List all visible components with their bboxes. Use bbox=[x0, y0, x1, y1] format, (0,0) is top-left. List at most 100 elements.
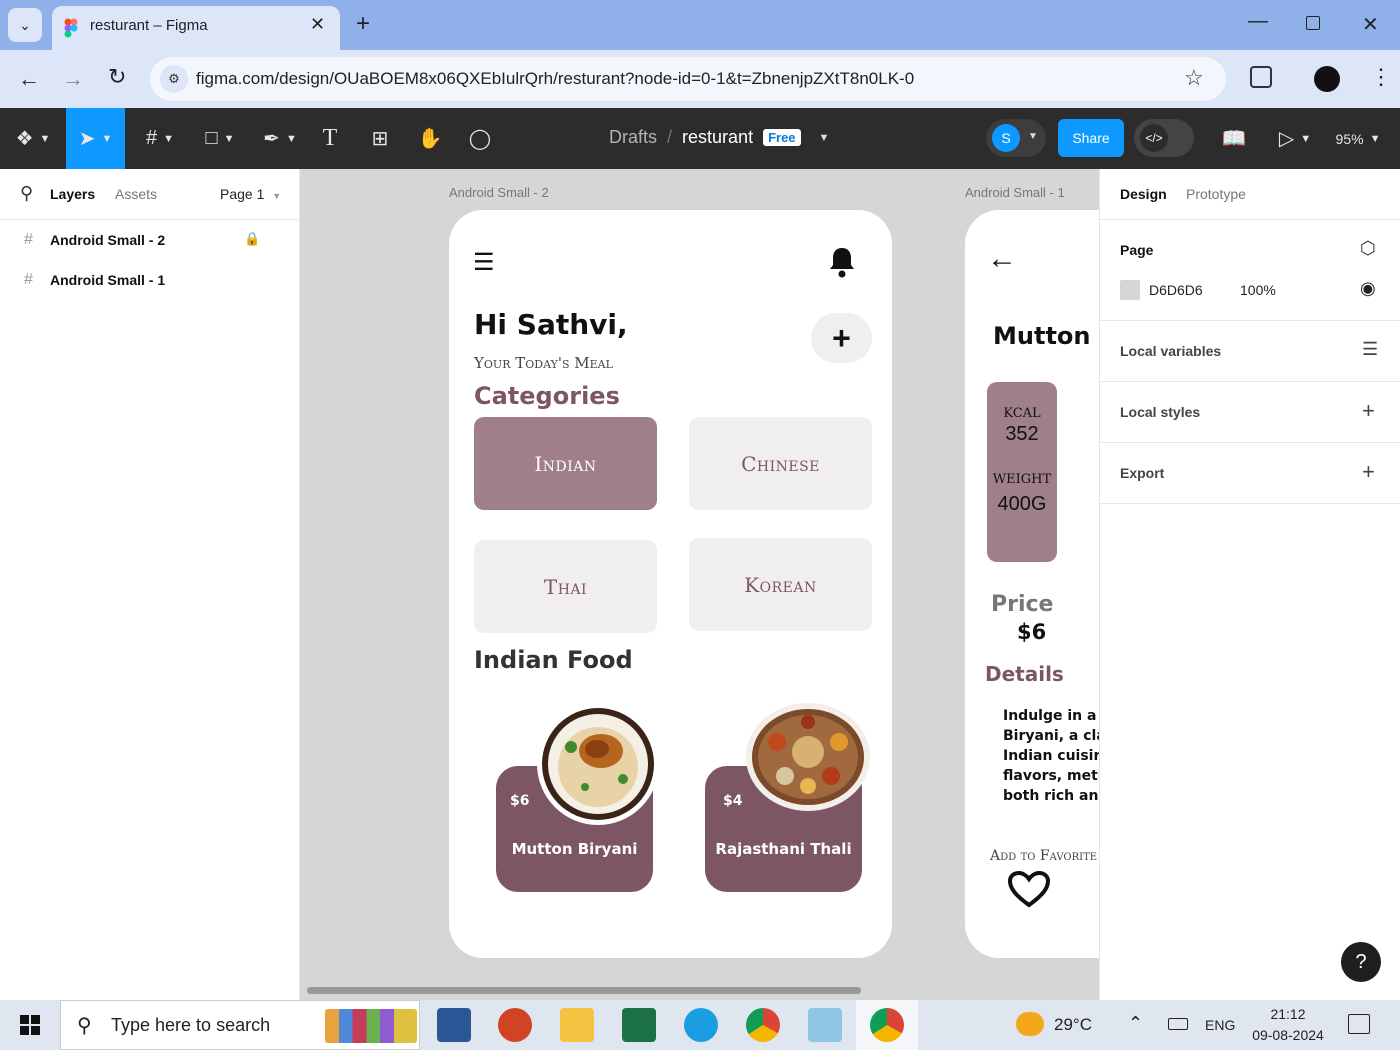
page-section: Page ⬡ D6D6D6 100% ◉ bbox=[1100, 220, 1400, 321]
site-settings-icon[interactable]: ⚙ bbox=[160, 65, 188, 93]
lock-icon[interactable]: 🔒 bbox=[244, 231, 260, 247]
tab-design[interactable]: Design bbox=[1120, 186, 1167, 202]
chevron-down-icon[interactable]: ▼ bbox=[819, 132, 830, 144]
close-tab-icon[interactable]: ✕ bbox=[310, 14, 325, 35]
search-icon[interactable]: ⚲ bbox=[20, 183, 33, 204]
bell-icon[interactable] bbox=[827, 246, 857, 283]
horizontal-scrollbar[interactable] bbox=[307, 987, 861, 994]
frame-hash-icon: # bbox=[24, 271, 33, 288]
weather-icon[interactable] bbox=[1016, 1012, 1044, 1036]
frame-tool-button[interactable]: # ▼ bbox=[135, 108, 185, 169]
new-tab-icon[interactable]: + bbox=[356, 10, 370, 38]
frame-hash-icon: # bbox=[24, 231, 33, 248]
category-indian[interactable]: Indian bbox=[474, 417, 657, 510]
pen-icon: ✒ bbox=[263, 128, 280, 150]
language-indicator[interactable]: ENG bbox=[1205, 1017, 1235, 1033]
pen-tool-button[interactable]: ✒ ▼ bbox=[255, 108, 305, 169]
windows-start-icon[interactable] bbox=[20, 1015, 40, 1040]
clock[interactable]: 21:12 09-08-2024 bbox=[1250, 1004, 1326, 1046]
food-price: $6 bbox=[510, 793, 530, 809]
help-button[interactable]: ? bbox=[1341, 942, 1381, 982]
browser-tab-bar: ⌄ resturant – Figma ✕ + — ✕ bbox=[0, 0, 1400, 50]
back-arrow-icon[interactable]: ← bbox=[18, 66, 40, 92]
canvas[interactable]: Android Small - 2 ☰ Hi Sathvi, Your Toda… bbox=[301, 169, 1099, 1000]
local-variables-title: Local variables bbox=[1120, 343, 1222, 359]
add-button[interactable]: + bbox=[811, 313, 872, 363]
file-name[interactable]: resturant bbox=[682, 127, 753, 148]
shape-tool-button[interactable]: □ ▼ bbox=[195, 108, 245, 169]
tab-prototype[interactable]: Prototype bbox=[1186, 186, 1246, 202]
bg-color-hex[interactable]: D6D6D6 bbox=[1149, 282, 1203, 298]
taskbar-search-box[interactable]: ⚲ Type here to search bbox=[60, 1000, 420, 1050]
export-section[interactable]: Export + bbox=[1100, 443, 1400, 504]
component-hex-icon[interactable]: ⬡ bbox=[1360, 238, 1376, 259]
eye-icon[interactable]: ◉ bbox=[1360, 278, 1376, 299]
heart-icon[interactable] bbox=[1007, 870, 1051, 913]
zoom-menu[interactable]: 95% ▼ bbox=[1330, 108, 1386, 169]
main-menu-button[interactable]: ❖ ▼ bbox=[8, 108, 58, 169]
figma-toolbar: ❖ ▼ ➤ ▼ # ▼ □ ▼ ✒ ▼ T ⊞ ✋ ◯ Drafts / resturan… bbox=[0, 108, 1400, 169]
clock-date: 09-08-2024 bbox=[1252, 1027, 1324, 1043]
notepad-app-icon[interactable] bbox=[808, 1008, 842, 1042]
minimize-icon[interactable]: — bbox=[1248, 10, 1268, 33]
plus-icon[interactable]: + bbox=[1362, 398, 1375, 424]
url-field[interactable]: ⚙ figma.com/design/OUaBOEM8x06QXEbIulrQr… bbox=[150, 57, 1226, 101]
tab-title: resturant – Figma bbox=[90, 17, 208, 34]
temperature[interactable]: 29°C bbox=[1054, 1015, 1092, 1035]
kcal-label: KCAL bbox=[1003, 406, 1041, 421]
frame-label[interactable]: Android Small - 1 bbox=[965, 185, 1065, 200]
local-variables-section[interactable]: Local variables ☰ bbox=[1100, 321, 1400, 382]
category-thai[interactable]: Thai bbox=[474, 540, 657, 633]
bg-color-swatch[interactable] bbox=[1120, 280, 1140, 300]
present-button[interactable]: ▷ ▼ bbox=[1272, 108, 1318, 169]
file-explorer-icon[interactable] bbox=[560, 1008, 594, 1042]
dev-mode-toggle[interactable]: </> bbox=[1134, 119, 1194, 157]
active-chrome-tile[interactable] bbox=[856, 1000, 918, 1050]
category-korean[interactable]: Korean bbox=[689, 538, 872, 631]
bg-opacity[interactable]: 100% bbox=[1240, 282, 1276, 298]
excel-app-icon[interactable] bbox=[622, 1008, 656, 1042]
reload-icon[interactable]: ↻ bbox=[108, 64, 126, 90]
notifications-icon[interactable] bbox=[1348, 1014, 1370, 1034]
edge-browser-icon[interactable] bbox=[684, 1008, 718, 1042]
hamburger-menu-icon[interactable]: ☰ bbox=[473, 248, 495, 277]
bookmark-star-icon[interactable]: ☆ bbox=[1184, 65, 1204, 91]
library-button[interactable]: 📖 bbox=[1216, 108, 1252, 169]
tab-layers[interactable]: Layers bbox=[50, 186, 95, 202]
text-tool-button[interactable]: T bbox=[312, 108, 348, 169]
browser-tab[interactable]: resturant – Figma ✕ bbox=[52, 6, 340, 50]
tray-chevron-icon[interactable]: ⌃ bbox=[1128, 1013, 1143, 1034]
layer-row[interactable]: # Android Small - 1 bbox=[0, 265, 300, 295]
word-app-icon[interactable] bbox=[437, 1008, 471, 1042]
share-button[interactable]: Share bbox=[1058, 119, 1124, 157]
android-small-2-frame[interactable]: ☰ Hi Sathvi, Your Today's Meal + Categor… bbox=[449, 210, 892, 958]
breadcrumb-drafts[interactable]: Drafts bbox=[609, 127, 657, 148]
move-tool-button[interactable]: ➤ ▼ bbox=[66, 108, 125, 169]
hand-tool-button[interactable]: ✋ bbox=[412, 108, 448, 169]
comment-tool-button[interactable]: ◯ bbox=[462, 108, 498, 169]
frame-label[interactable]: Android Small - 2 bbox=[449, 185, 549, 200]
extensions-icon[interactable] bbox=[1250, 66, 1272, 88]
battery-icon[interactable] bbox=[1168, 1018, 1188, 1030]
category-chinese[interactable]: Chinese bbox=[689, 417, 872, 510]
plus-icon[interactable]: + bbox=[1362, 459, 1375, 485]
resources-button[interactable]: ⊞ bbox=[362, 108, 398, 169]
local-styles-section[interactable]: Local styles + bbox=[1100, 382, 1400, 443]
sliders-icon[interactable]: ☰ bbox=[1362, 339, 1378, 360]
powerpoint-app-icon[interactable] bbox=[498, 1008, 532, 1042]
layer-row[interactable]: # Android Small - 2 🔒 bbox=[0, 225, 300, 255]
profile-avatar[interactable] bbox=[1314, 66, 1340, 92]
multiplayer-avatar[interactable]: S ▼ bbox=[986, 119, 1046, 157]
back-arrow-icon[interactable]: ← bbox=[987, 242, 1017, 276]
android-small-1-frame[interactable]: ← Mutton B KCAL 352 WEIGHT 400G Price $6… bbox=[965, 210, 1099, 958]
chrome-profile-icon[interactable] bbox=[746, 1008, 780, 1042]
layer-name: Android Small - 1 bbox=[50, 272, 166, 288]
tab-search-button[interactable]: ⌄ bbox=[8, 8, 42, 42]
taskbar-search-placeholder: Type here to search bbox=[111, 1015, 271, 1035]
tab-assets[interactable]: Assets bbox=[115, 186, 157, 202]
page-selector[interactable]: Page 1 ▼ bbox=[220, 186, 281, 202]
close-window-icon[interactable]: ✕ bbox=[1362, 12, 1379, 37]
forward-arrow-icon[interactable]: → bbox=[62, 66, 84, 92]
restore-icon[interactable] bbox=[1306, 16, 1320, 30]
browser-menu-icon[interactable]: ⋮ bbox=[1370, 64, 1392, 90]
